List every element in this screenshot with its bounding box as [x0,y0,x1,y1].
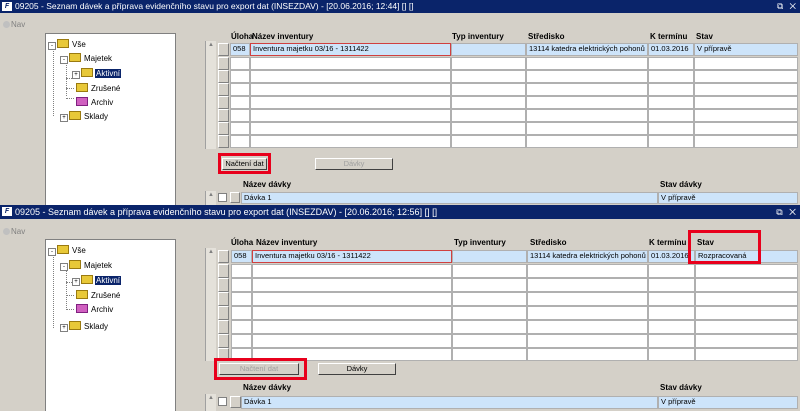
nav-tab[interactable]: Nav [3,227,25,236]
highlight-box-stav [688,230,761,264]
cell-typ[interactable] [452,250,527,263]
highlight-box-nacteni [214,358,307,380]
folder-icon [81,275,93,284]
folder-icon [76,290,88,299]
folder-icon [69,53,81,62]
batch-checkbox[interactable] [218,193,227,202]
tree-node-majetek[interactable]: - Majetek [60,260,113,271]
window-bottom: F 09205 - Seznam dávek a příprava eviden… [0,205,800,411]
title-bar: F 09205 - Seznam dávek a příprava eviden… [0,205,800,219]
column-header-nazev-davky: Název dávky [243,180,292,189]
column-header-nazev-davky: Název dávky [243,383,292,392]
expand-icon[interactable]: - [60,56,68,64]
tree-node-majetek[interactable]: - Majetek [60,53,113,64]
tree-node-aktivni[interactable]: + Aktivní [72,68,122,79]
cell-k-terminu[interactable]: 01.03.2016 [648,43,694,56]
row-selector[interactable] [218,250,229,263]
cell-nazev[interactable]: Inventura majetku 03/16 - 1311422 [252,250,452,263]
title-bar: F 09205 - Seznam dávek a příprava eviden… [0,0,800,13]
nav-icon [3,228,10,235]
column-header-stredisko: Středisko [528,32,565,41]
folder-icon [57,245,69,254]
expand-icon[interactable]: + [60,114,68,122]
tree-node-archiv[interactable]: Archiv [76,97,114,107]
window-controls[interactable]: ⧉ ✕ [776,205,798,219]
cell-stav-davky[interactable]: V přípravě [658,192,798,204]
nav-tab[interactable]: Nav [3,20,25,29]
expand-icon[interactable]: - [48,248,56,256]
scroll-up-icon[interactable]: ▲ [208,192,214,198]
cell-stav[interactable]: V přípravě [694,43,798,56]
cell-nazev-davky[interactable]: Dávka 1 [241,192,658,204]
window-controls[interactable]: ⧉ ✕ [777,0,798,13]
cell-stredisko[interactable]: 13114 katedra elektrických pohonů [527,250,648,263]
row-selector[interactable] [230,396,241,408]
inventory-scrollbar[interactable]: ▲ [205,41,216,149]
scroll-up-icon[interactable]: ▲ [208,395,214,401]
app-icon: F [2,207,12,216]
folder-icon [57,39,69,48]
davky-button[interactable]: Dávky [315,158,393,170]
tree-node-zrusene[interactable]: Zrušené [76,290,121,300]
batch-scrollbar[interactable]: ▲ [205,394,216,411]
cell-stredisko[interactable]: 13114 katedra elektrických pohonů [526,43,648,56]
column-header-stav-davky: Stav dávky [660,180,702,189]
tree-node-zrusene[interactable]: Zrušené [76,83,121,93]
tree-node-root[interactable]: - Vše [48,39,87,50]
expand-icon[interactable]: - [48,42,56,50]
column-header-nazev: Název inventury [252,32,314,41]
cell-typ[interactable] [451,43,526,56]
expand-icon[interactable]: - [60,263,68,271]
davky-button[interactable]: Dávky [318,363,396,375]
folder-pink-icon [76,97,88,106]
window-title: 09205 - Seznam dávek a příprava evidenčn… [15,1,414,11]
window-title: 09205 - Seznam dávek a příprava evidenčn… [15,207,438,217]
column-header-uloha: Úloha [231,238,254,247]
cell-uloha[interactable]: 058 [230,43,250,56]
column-header-stredisko: Středisko [530,238,567,247]
folder-icon [69,260,81,269]
column-header-nazev: Název inventury [256,238,318,247]
batch-scrollbar[interactable]: ▲ [205,191,216,205]
scroll-up-icon[interactable]: ▲ [208,42,214,48]
column-header-typ: Typ inventury [454,238,506,247]
folder-pink-icon [76,304,88,313]
cell-nazev[interactable]: Inventura majetku 03/16 - 1311422 [250,43,451,56]
row-selector[interactable] [218,43,229,56]
folder-icon [81,68,93,77]
batch-checkbox[interactable] [218,397,227,406]
column-header-stav: Stav [696,32,713,41]
window-top: F 09205 - Seznam dávek a příprava eviden… [0,0,800,205]
cell-stav-davky[interactable]: V přípravě [658,396,798,409]
expand-icon[interactable]: + [72,278,80,286]
folder-icon [76,83,88,92]
column-header-stav-davky: Stav dávky [660,383,702,392]
tree-node-sklady[interactable]: + Sklady [60,321,109,332]
cell-nazev-davky[interactable]: Dávka 1 [241,396,658,409]
folder-icon [69,111,81,120]
folder-icon [69,321,81,330]
column-header-k-terminu: K termínu [650,32,688,41]
app-icon: F [2,2,12,11]
scroll-up-icon[interactable]: ▲ [208,249,214,255]
row-selector[interactable] [230,192,240,203]
tree-node-root[interactable]: - Vše [48,245,87,256]
navigation-tree: - Vše - Majetek + Aktivní Zrušené Archiv + S… [45,239,176,411]
tree-node-sklady[interactable]: + Sklady [60,111,109,122]
expand-icon[interactable]: + [72,71,80,79]
navigation-tree: - Vše - Majetek + Aktivní Zrušené Archiv + S… [45,33,176,205]
tree-node-aktivni[interactable]: + Aktivní [72,275,122,286]
column-header-typ: Typ inventury [452,32,504,41]
inventory-scrollbar[interactable]: ▲ [205,248,216,361]
nav-icon [3,21,10,28]
column-header-uloha: Úloha [231,32,254,41]
column-header-k-terminu: K termínu [649,238,687,247]
expand-icon[interactable]: + [60,324,68,332]
highlight-box-nacteni [218,153,271,174]
cell-uloha[interactable]: 058 [231,250,252,263]
tree-node-archiv[interactable]: Archiv [76,304,114,314]
